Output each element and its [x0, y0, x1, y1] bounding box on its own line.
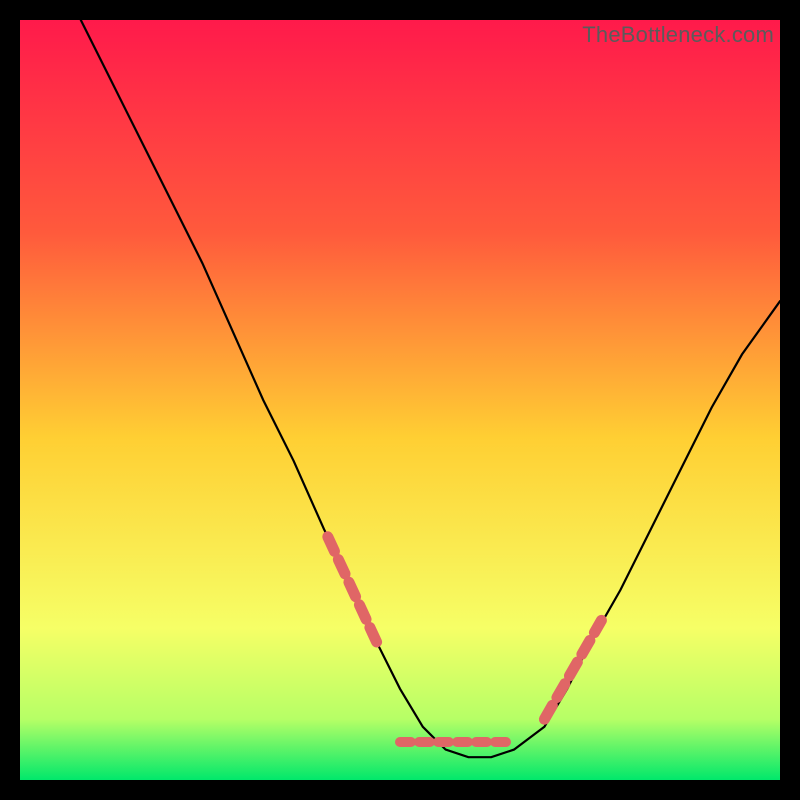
highlight-dash — [338, 560, 345, 575]
highlight-dash — [557, 684, 565, 698]
chart-frame: TheBottleneck.com — [20, 20, 780, 780]
highlight-dash — [349, 582, 356, 597]
highlight-dash — [544, 705, 552, 719]
bottleneck-chart — [20, 20, 780, 780]
highlight-dash — [582, 640, 590, 654]
highlight-dash — [359, 605, 366, 620]
highlight-dash — [594, 620, 601, 632]
highlight-dash — [370, 628, 377, 643]
highlight-dash — [328, 537, 335, 552]
highlight-dash — [569, 662, 577, 676]
watermark-text: TheBottleneck.com — [582, 22, 774, 48]
gradient-background — [20, 20, 780, 780]
